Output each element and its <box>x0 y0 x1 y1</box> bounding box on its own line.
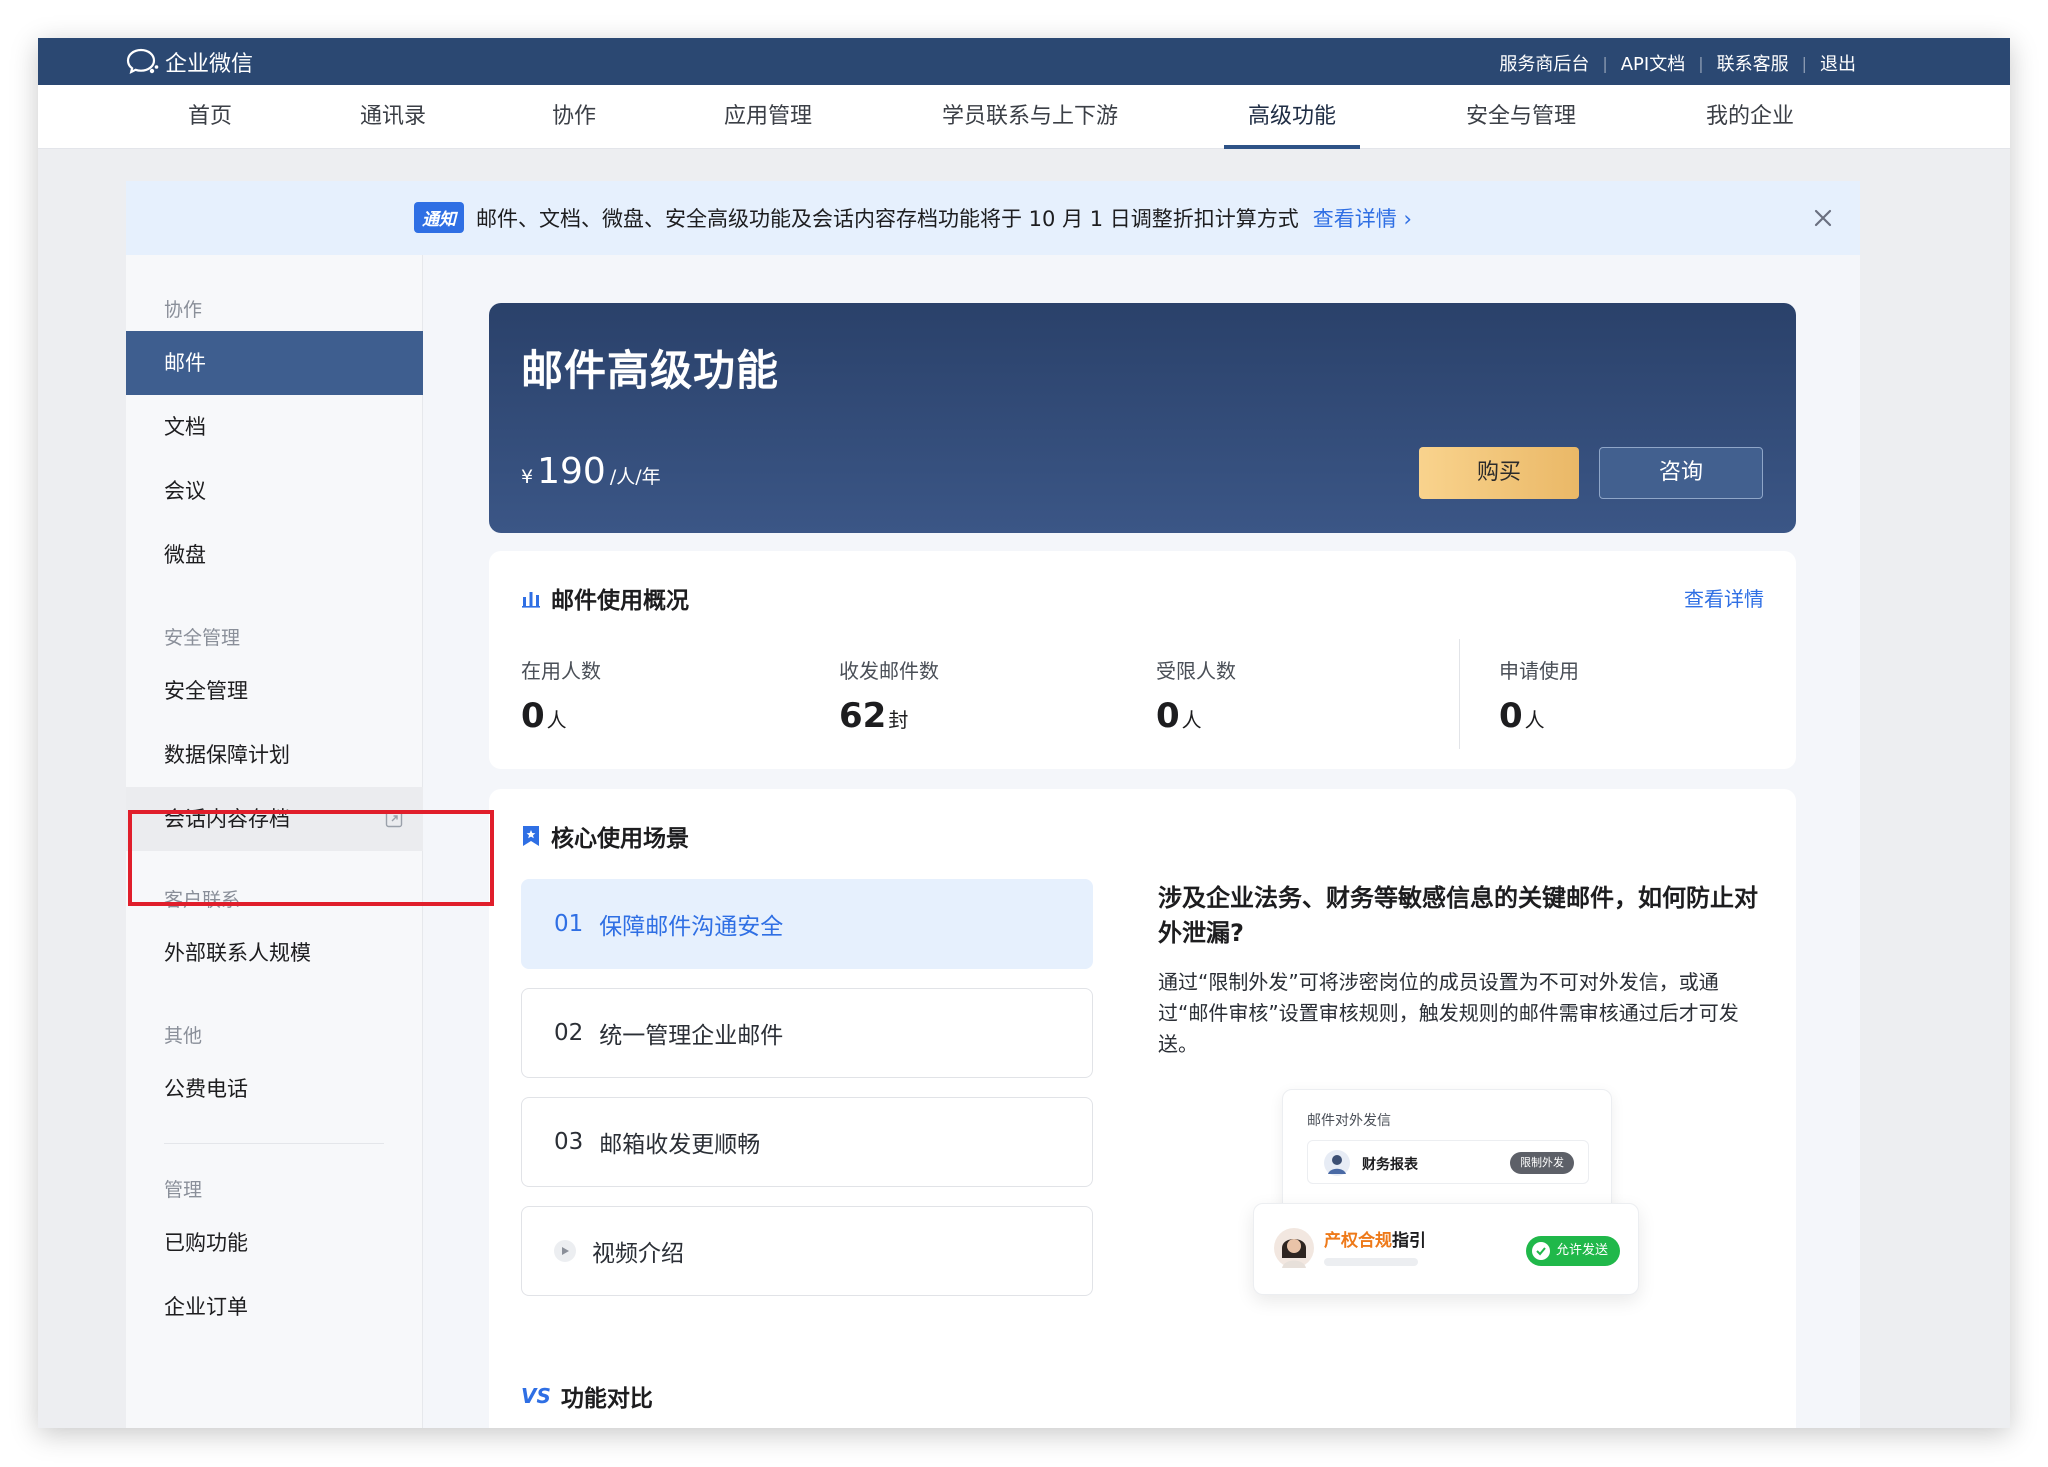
sidebar-group-collab: 协作 <box>164 299 203 321</box>
stat-divider <box>1459 639 1460 749</box>
check-icon <box>1531 1242 1550 1260</box>
price-unit: /人/年 <box>609 466 661 488</box>
scenario-tab-1[interactable]: 01 保障邮件沟通安全 <box>521 879 1093 969</box>
nav-app-management[interactable]: 应用管理 <box>724 85 812 149</box>
compare-title: VS 功能对比 <box>521 1384 653 1412</box>
close-icon[interactable] <box>1808 203 1838 233</box>
separator: | <box>1602 53 1608 73</box>
top-bar: 企业微信 服务商后台 | API文档 | 联系客服 | 退出 <box>38 38 2010 85</box>
sidebar-group-security: 安全管理 <box>164 627 241 649</box>
brand-name: 企业微信 <box>165 52 254 77</box>
sidebar-group-other: 其他 <box>164 1025 203 1047</box>
app-window: 企业微信 服务商后台 | API文档 | 联系客服 | 退出 首页 通讯录 协作… <box>38 38 2010 1428</box>
sidebar-item-mail[interactable]: 邮件 <box>126 331 423 395</box>
sidebar-item-external-contacts[interactable]: 外部联系人规模 <box>126 921 423 985</box>
video-intro-button[interactable]: 视频介绍 <box>521 1206 1093 1296</box>
notice-text: 邮件、文档、微盘、安全高级功能及会话内容存档功能将于 10 月 1 日调整折扣计… <box>476 206 1299 231</box>
stat-restricted-users: 受限人数 0人 <box>1156 659 1236 736</box>
restricted-tag: 限制外发 <box>1510 1152 1574 1174</box>
usage-title: 邮件使用概况 <box>521 581 689 615</box>
nav-home[interactable]: 首页 <box>188 85 232 149</box>
buy-button[interactable]: 购买 <box>1419 447 1579 499</box>
vs-icon: VS <box>521 1384 551 1408</box>
product-price: ¥ 190 /人/年 <box>521 451 661 492</box>
price-currency: ¥ <box>521 466 534 488</box>
notice-details-link[interactable]: 查看详情 › <box>1313 203 1412 233</box>
main-panel: 通知 邮件、文档、微盘、安全高级功能及会话内容存档功能将于 10 月 1 日调整… <box>126 181 1860 1428</box>
usage-card: 邮件使用概况 查看详情 在用人数 0人 收发邮件数 62 封 受限人数 0人 申请 <box>489 551 1796 769</box>
nav-advanced-features[interactable]: 高级功能 <box>1223 85 1361 149</box>
sidebar-group-manage: 管理 <box>164 1179 203 1201</box>
nav-student-contacts[interactable]: 学员联系与上下游 <box>942 85 1118 149</box>
illustration-outbound-mail: 邮件对外发信 财务报表 限制外发 <box>1282 1089 1612 1217</box>
scenario-question: 涉及企业法务、财务等敏感信息的关键邮件，如何防止对外泄漏? <box>1158 884 1758 947</box>
stat-applications: 申请使用 0人 <box>1499 659 1579 736</box>
link-logout[interactable]: 退出 <box>1820 50 1856 76</box>
link-api-docs[interactable]: API文档 <box>1621 50 1685 76</box>
stat-active-users: 在用人数 0人 <box>521 659 601 736</box>
consult-button[interactable]: 咨询 <box>1599 447 1763 499</box>
separator: | <box>1698 53 1704 73</box>
content-area: 邮件高级功能 ¥ 190 /人/年 购买 咨询 邮件使用概况 查看详情 在用人数… <box>423 255 1860 1428</box>
sidebar-item-docs[interactable]: 文档 <box>126 395 423 459</box>
scenario-tab-3[interactable]: 03 邮箱收发更顺畅 <box>521 1097 1093 1187</box>
nav-contacts[interactable]: 通讯录 <box>360 85 426 149</box>
illustration-allowed-mail: 产权合规指引 允许发送 <box>1253 1203 1639 1295</box>
bar-chart-icon <box>522 592 540 608</box>
wecom-logo-icon <box>126 48 159 75</box>
highlight-box <box>128 810 494 906</box>
scenario-answer: 通过“限制外发”可将涉密岗位的成员设置为不可对外发信，或通过“邮件审核”设置审核… <box>1158 970 1739 1056</box>
link-contact-support[interactable]: 联系客服 <box>1717 50 1789 76</box>
main-nav: 首页 通讯录 协作 应用管理 学员联系与上下游 高级功能 安全与管理 我的企业 <box>38 85 2010 149</box>
stat-mail-count: 收发邮件数 62 封 <box>839 659 939 736</box>
allowed-tag: 允许发送 <box>1525 1236 1620 1266</box>
placeholder-bar <box>1324 1258 1418 1266</box>
sidebar-item-data-protection[interactable]: 数据保障计划 <box>126 723 423 787</box>
notice-badge: 通知 <box>414 202 464 233</box>
price-value: 190 <box>537 451 606 492</box>
chevron-right-icon: › <box>1403 206 1412 231</box>
link-provider-console[interactable]: 服务商后台 <box>1499 50 1589 76</box>
scenarios-title: 核心使用场景 <box>521 819 689 853</box>
usage-details-link[interactable]: 查看详情 <box>1684 583 1764 612</box>
sidebar-item-public-phone[interactable]: 公费电话 <box>126 1057 423 1121</box>
sidebar-divider <box>164 1143 384 1144</box>
nav-my-company[interactable]: 我的企业 <box>1706 85 1794 149</box>
avatar-icon <box>1274 1228 1314 1268</box>
notice-banner: 通知 邮件、文档、微盘、安全高级功能及会话内容存档功能将于 10 月 1 日调整… <box>126 181 1860 255</box>
scenario-tab-2[interactable]: 02 统一管理企业邮件 <box>521 988 1093 1078</box>
nav-collab[interactable]: 协作 <box>552 85 596 149</box>
top-links: 服务商后台 | API文档 | 联系客服 | 退出 <box>1499 50 1856 76</box>
product-title: 邮件高级功能 <box>521 346 780 395</box>
play-icon <box>554 1240 576 1262</box>
bookmark-star-icon <box>523 826 539 846</box>
sidebar-item-purchased[interactable]: 已购功能 <box>126 1211 423 1275</box>
sidebar-item-security-management[interactable]: 安全管理 <box>126 659 423 723</box>
separator: | <box>1801 53 1807 73</box>
sidebar-item-orders[interactable]: 企业订单 <box>126 1275 423 1339</box>
scenarios-card: 核心使用场景 01 保障邮件沟通安全 02 统一管理企业邮件 03 邮箱收发更顺畅 视… <box>489 789 1796 1428</box>
sidebar-item-meeting[interactable]: 会议 <box>126 459 423 523</box>
brand-logo[interactable]: 企业微信 <box>126 47 253 77</box>
sidebar-item-drive[interactable]: 微盘 <box>126 523 423 587</box>
avatar-icon <box>1324 1150 1350 1176</box>
nav-security[interactable]: 安全与管理 <box>1466 85 1576 149</box>
product-hero: 邮件高级功能 ¥ 190 /人/年 购买 咨询 <box>489 303 1796 533</box>
